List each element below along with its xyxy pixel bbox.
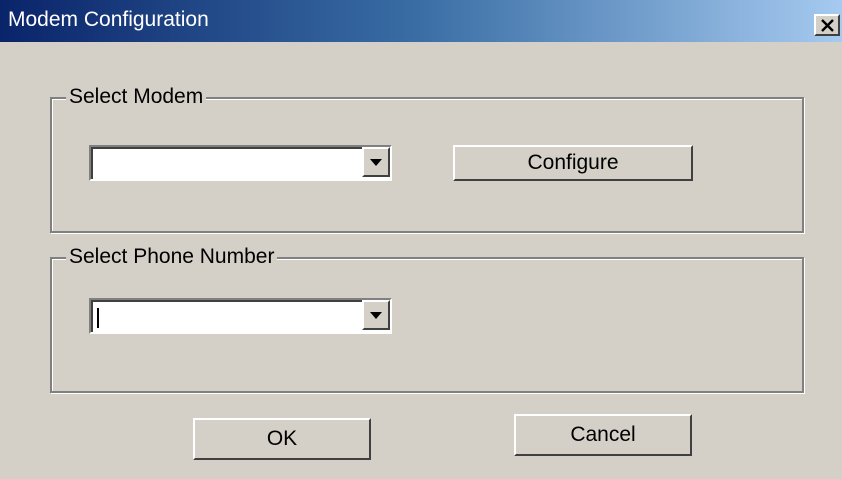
text-caret — [97, 308, 99, 328]
phone-dropdown-button[interactable] — [362, 300, 390, 330]
chevron-down-icon — [370, 159, 382, 166]
chevron-down-icon — [370, 312, 382, 319]
modem-combobox[interactable] — [89, 145, 392, 181]
cancel-button-label: Cancel — [570, 423, 636, 446]
phone-combobox-field[interactable] — [91, 300, 390, 332]
close-icon — [821, 19, 834, 32]
configure-button-label: Configure — [527, 151, 619, 174]
ok-button-label: OK — [266, 427, 298, 450]
select-modem-legend: Select Modem — [66, 84, 207, 110]
modem-combobox-field[interactable] — [91, 147, 390, 179]
title-bar[interactable]: Modem Configuration — [0, 0, 842, 42]
ok-button[interactable]: OK — [193, 418, 371, 460]
window-title: Modem Configuration — [8, 8, 209, 31]
cancel-button[interactable]: Cancel — [514, 414, 692, 456]
modem-dropdown-button[interactable] — [362, 147, 390, 177]
phone-combobox[interactable] — [89, 298, 392, 334]
select-phone-legend: Select Phone Number — [66, 244, 278, 270]
configure-button[interactable]: Configure — [453, 145, 693, 181]
close-button[interactable] — [814, 14, 840, 36]
